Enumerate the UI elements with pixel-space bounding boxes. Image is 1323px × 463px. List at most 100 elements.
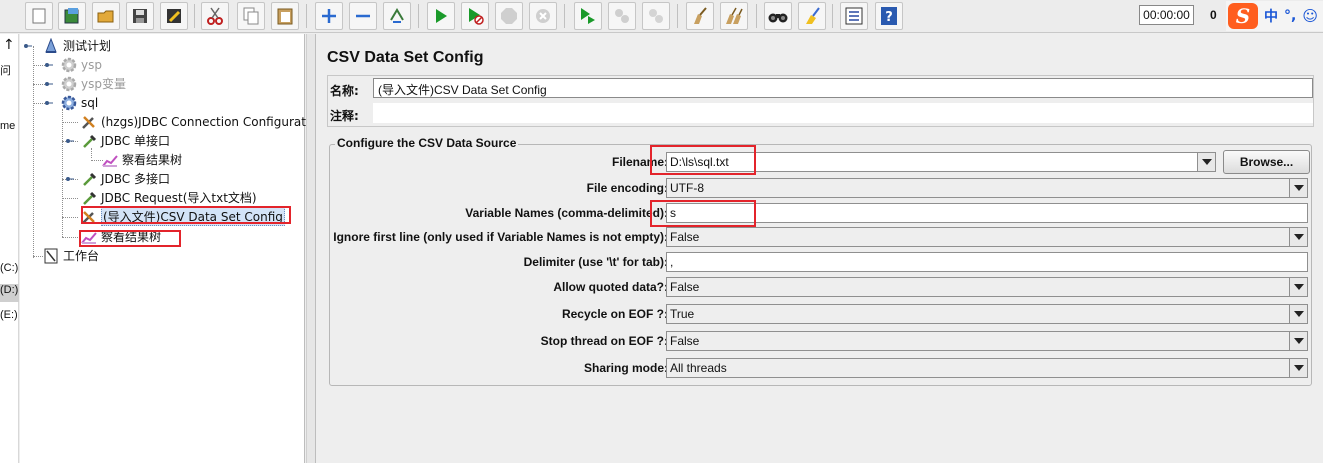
expanded-handle-icon[interactable] (66, 137, 74, 145)
quoted-combo[interactable]: False (666, 277, 1308, 297)
drive-d[interactable]: (D:) (0, 284, 19, 302)
paste-icon[interactable] (271, 2, 299, 30)
tree-item-label: ysp (81, 57, 102, 72)
tree-item-csv-data-set[interactable]: (导入文件)CSV Data Set Config (80, 207, 285, 226)
delimiter-input[interactable]: , (666, 252, 1308, 272)
tree-connector (33, 46, 34, 258)
name-input[interactable]: (导入文件)CSV Data Set Config (373, 78, 1313, 98)
ime-punctuation-toggle[interactable]: °, (1284, 8, 1296, 24)
ime-logo[interactable]: S (1228, 3, 1258, 29)
tree-connector (62, 198, 78, 199)
open-icon[interactable] (92, 2, 120, 30)
ignore-first-combo[interactable]: False (666, 227, 1308, 247)
remote-stop-icon[interactable] (608, 2, 636, 30)
clear-icon[interactable] (686, 2, 714, 30)
function-helper-icon[interactable] (840, 2, 868, 30)
shutdown-icon[interactable] (529, 2, 557, 30)
tree-item-label: 察看结果树 (101, 230, 162, 244)
name-label: 名称: (330, 84, 359, 98)
encoding-combo[interactable]: UTF-8 (666, 178, 1308, 198)
panel-splitter[interactable] (306, 34, 316, 463)
strip-text: 问 (0, 65, 11, 77)
tree-item-label: JDBC 单接口 (101, 134, 170, 148)
toolbar-separator (194, 4, 195, 28)
tree-item-thread-group[interactable]: ysp (60, 55, 102, 74)
expanded-handle-icon[interactable] (45, 99, 53, 107)
remote-start-icon[interactable] (574, 2, 602, 30)
chevron-down-icon[interactable] (1289, 228, 1307, 246)
filename-combo[interactable]: D:\ls\sql.txt (666, 152, 1216, 172)
drive-e[interactable]: (E:) (0, 309, 19, 321)
drive-c[interactable]: (C:) (0, 262, 19, 274)
svg-text:?: ? (885, 10, 893, 25)
tree-item-jdbc-multi[interactable]: JDBC 多接口 (80, 169, 170, 188)
stop-icon[interactable] (495, 2, 523, 30)
collapsed-handle-icon[interactable] (45, 61, 53, 69)
tree-item-jdbc-single[interactable]: JDBC 单接口 (80, 131, 170, 150)
toolbar-separator (306, 4, 307, 28)
expanded-handle-icon[interactable] (24, 42, 32, 50)
chevron-down-icon[interactable] (1289, 305, 1307, 323)
tree-item-label: (导入文件)CSV Data Set Config (101, 207, 285, 226)
ignore-first-label: Ignore first line (only used if Variable… (333, 230, 668, 244)
clear-all-icon[interactable] (720, 2, 748, 30)
csv-config-panel: CSV Data Set Config 名称: (导入文件)CSV Data S… (317, 34, 1323, 463)
tree-item-workbench[interactable]: 工作台 (42, 246, 99, 265)
comment-input[interactable] (373, 103, 1313, 123)
strip-text: me (0, 120, 16, 132)
chevron-down-icon[interactable] (1289, 332, 1307, 350)
tree-item-thread-group[interactable]: ysp变量 (60, 74, 126, 93)
pipette-icon (80, 170, 98, 188)
sharing-combo[interactable]: All threads (666, 358, 1308, 378)
expand-icon[interactable] (315, 2, 343, 30)
ime-language-toggle[interactable]: 中 (1264, 6, 1278, 26)
browse-button[interactable]: Browse... (1223, 150, 1310, 174)
tree-connector (62, 122, 78, 123)
toggle-icon[interactable] (383, 2, 411, 30)
copy-icon[interactable] (237, 2, 265, 30)
recycle-combo[interactable]: True (666, 304, 1308, 324)
gear-icon (60, 94, 78, 112)
filename-label: Filename: (611, 155, 668, 169)
cut-icon[interactable] (201, 2, 229, 30)
page-title: CSV Data Set Config (327, 49, 484, 66)
collapsed-handle-icon[interactable] (45, 80, 53, 88)
ime-emoji-icon[interactable]: ☺ (1302, 7, 1318, 25)
tree-item-jdbc-connection[interactable]: (hzgs)JDBC Connection Configuration (80, 112, 324, 131)
chevron-down-icon[interactable] (1289, 359, 1307, 377)
toolbar-separator (832, 4, 833, 28)
search-icon[interactable] (764, 2, 792, 30)
tree-item-label: 测试计划 (63, 39, 112, 53)
save-as-icon[interactable] (160, 2, 188, 30)
new-icon[interactable] (25, 2, 53, 30)
collapsed-handle-icon[interactable] (66, 175, 74, 183)
start-no-timers-icon[interactable] (461, 2, 489, 30)
collapse-icon[interactable] (349, 2, 377, 30)
reset-search-icon[interactable] (798, 2, 826, 30)
test-plan-icon (42, 37, 60, 55)
ignore-first-row: Ignore first line (only used if Variable… (330, 225, 1313, 249)
quoted-value: False (670, 280, 700, 294)
tree-item-label: JDBC Request(导入txt文档) (101, 191, 257, 205)
delimiter-row: Delimiter (use '\t' for tab): , (330, 250, 1313, 274)
tree-item-test-plan[interactable]: 测试计划 (42, 36, 111, 55)
chevron-down-icon[interactable] (1289, 179, 1307, 197)
test-plan-tree[interactable]: 测试计划 ysp ysp变量 sql (hzgs)JDBC Connection… (20, 34, 324, 463)
chevron-down-icon[interactable] (1289, 278, 1307, 296)
up-arrow-icon: ↑ (3, 37, 15, 53)
ime-toolbar: S 中 °, ☺ (1226, 1, 1323, 31)
group-title: Configure the CSV Data Source (335, 136, 519, 150)
chevron-down-icon[interactable] (1197, 153, 1215, 171)
start-icon[interactable] (427, 2, 455, 30)
help-icon[interactable]: ? (875, 2, 903, 30)
remote-shutdown-icon[interactable] (642, 2, 670, 30)
tree-item-thread-group-sql[interactable]: sql (60, 93, 98, 112)
save-icon[interactable] (126, 2, 154, 30)
stop-thread-combo[interactable]: False (666, 331, 1308, 351)
tree-item-view-results[interactable]: 察看结果树 (80, 227, 161, 246)
templates-icon[interactable] (58, 2, 86, 30)
filename-value: D:\ls\sql.txt (670, 155, 729, 169)
varnames-input[interactable]: s (666, 203, 1308, 223)
tree-item-jdbc-request[interactable]: JDBC Request(导入txt文档) (80, 188, 257, 207)
tree-item-view-results[interactable]: 察看结果树 (101, 150, 182, 169)
